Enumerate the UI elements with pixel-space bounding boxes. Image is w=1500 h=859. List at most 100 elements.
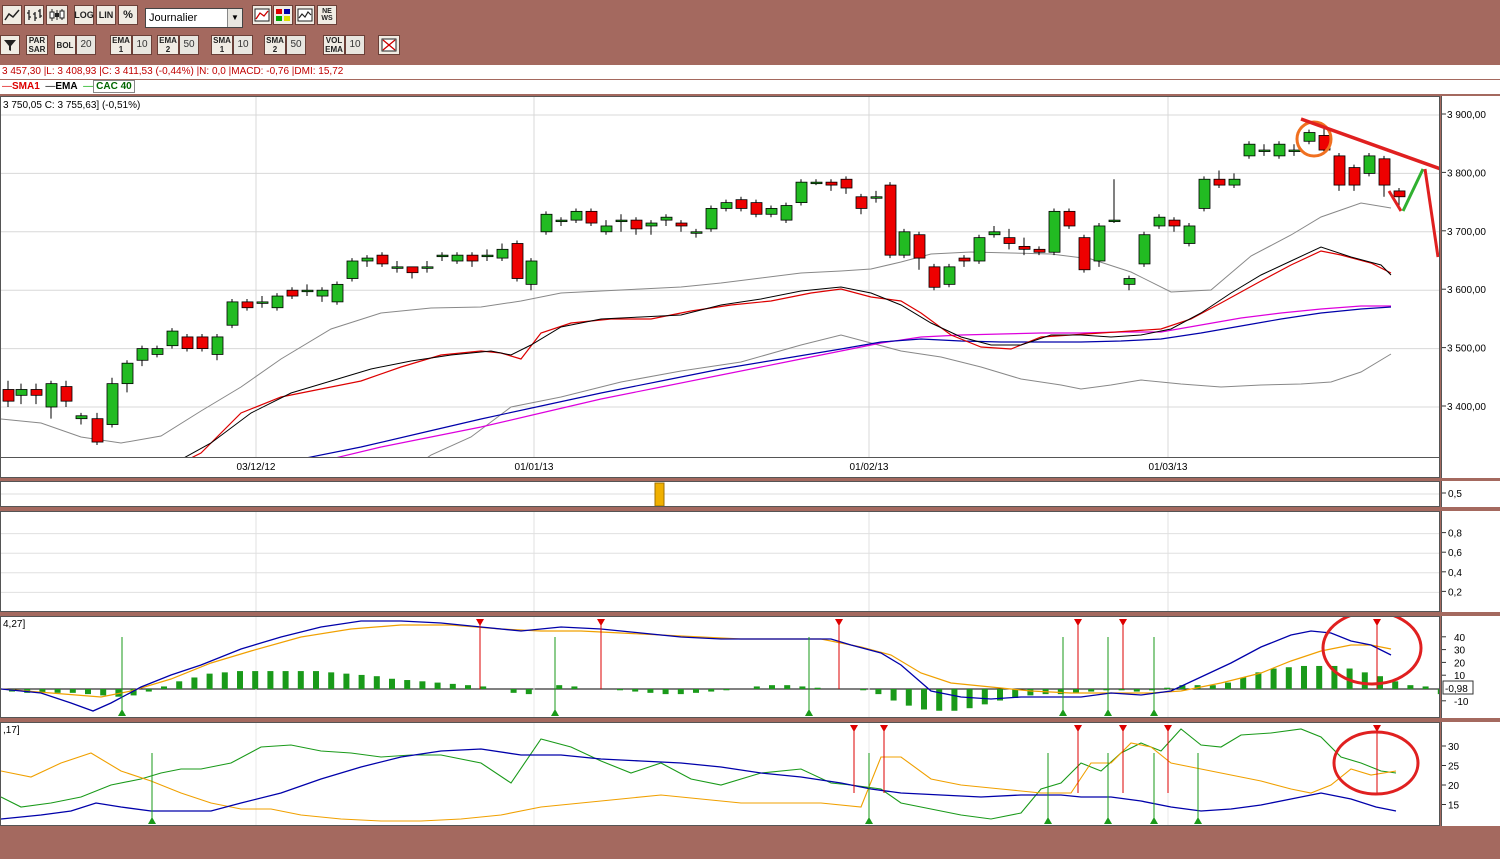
macd-histogram-bar bbox=[662, 689, 669, 695]
oscillator-axis-label: 0,8 bbox=[1448, 529, 1462, 540]
ema2-button[interactable]: EMA 2 bbox=[157, 35, 179, 55]
candle-bullish bbox=[211, 336, 224, 355]
candle-bullish bbox=[1303, 132, 1316, 142]
macd-histogram-bar bbox=[221, 672, 228, 689]
candle-bullish bbox=[645, 222, 658, 227]
macd-histogram-bar bbox=[267, 671, 274, 689]
compare-icon[interactable] bbox=[252, 5, 272, 25]
price-axis-label: 3 500,00 bbox=[1447, 344, 1486, 355]
sell-signal-marker bbox=[1373, 619, 1381, 626]
price-panel[interactable]: 3 750,05 C: 3 755,63] (-0,51%) bbox=[0, 96, 1440, 458]
macd-axis: 40 30 20 10 -10 -0,98 bbox=[1441, 616, 1500, 718]
date-axis-label: 01/02/13 bbox=[850, 462, 889, 473]
candle-bearish bbox=[825, 181, 838, 186]
candle-bearish bbox=[1213, 178, 1226, 186]
bollinger-lower bbox=[427, 334, 1392, 457]
buy-signal-marker bbox=[1104, 709, 1112, 716]
macd-histogram-bar bbox=[693, 689, 699, 693]
candle-bearish bbox=[1333, 155, 1346, 186]
macd-histogram-bar bbox=[313, 671, 319, 689]
date-axis: 03/12/12 01/01/13 01/02/13 01/03/13 bbox=[0, 458, 1440, 478]
sell-signal-marker bbox=[880, 725, 888, 732]
macd-histogram-bar bbox=[723, 689, 730, 691]
candle-bullish bbox=[1273, 143, 1286, 157]
macd-histogram-bar bbox=[647, 689, 654, 693]
ema1-value[interactable]: 10 bbox=[132, 35, 152, 55]
ohlc-chart-icon[interactable] bbox=[24, 5, 44, 25]
candle-bullish bbox=[421, 266, 434, 269]
percent-scale-button[interactable]: % bbox=[118, 5, 138, 25]
sma1-button[interactable]: SMA 1 bbox=[211, 35, 233, 55]
macd-histogram-bar bbox=[69, 689, 76, 693]
macd-histogram-bar bbox=[1316, 665, 1323, 689]
macd-panel[interactable]: 4,27] bbox=[0, 610, 1444, 718]
ema2-value[interactable]: 50 bbox=[179, 35, 199, 55]
cross-chart-icon[interactable] bbox=[378, 35, 400, 55]
dmi-panel[interactable]: ,17] bbox=[0, 722, 1440, 826]
sell-signal-marker bbox=[476, 619, 484, 626]
filter-icon[interactable] bbox=[0, 35, 20, 55]
bol-value[interactable]: 20 bbox=[76, 35, 96, 55]
candle-bullish bbox=[810, 181, 823, 185]
line-chart-icon[interactable] bbox=[2, 5, 22, 25]
indicator-icon[interactable] bbox=[295, 5, 315, 25]
candle-bullish bbox=[496, 248, 509, 259]
candle-bullish bbox=[1138, 234, 1151, 265]
candle-bullish bbox=[973, 237, 986, 262]
period-select[interactable]: Journalier ▼ bbox=[145, 8, 243, 28]
vol-ema-value[interactable]: 10 bbox=[345, 35, 365, 55]
macd-histogram-bar bbox=[525, 689, 532, 695]
sma1-value[interactable]: 10 bbox=[233, 35, 253, 55]
oscillator-panel-empty[interactable] bbox=[0, 511, 1440, 612]
candle-bullish bbox=[1108, 219, 1121, 223]
macd-histogram-bar bbox=[1422, 686, 1429, 689]
candle-bullish bbox=[525, 260, 538, 285]
macd-histogram-bar bbox=[373, 676, 380, 689]
candle-bearish bbox=[30, 389, 43, 396]
ema10-line bbox=[184, 246, 1392, 457]
candle-bearish bbox=[928, 266, 941, 288]
macd-histogram-bar bbox=[1240, 677, 1247, 689]
candle-bearish bbox=[1003, 237, 1016, 244]
candle-bearish bbox=[750, 202, 763, 215]
candle-bullish bbox=[1048, 210, 1061, 253]
price-axis-label: 3 400,00 bbox=[1447, 402, 1486, 413]
oscillator-axis-label: 0,4 bbox=[1448, 568, 1462, 579]
par-sar-button[interactable]: PAR SAR bbox=[26, 35, 48, 55]
macd-histogram-bar bbox=[252, 671, 259, 689]
macd-histogram-bar bbox=[434, 682, 441, 689]
macd-histogram-bar bbox=[677, 689, 684, 695]
signal-panel[interactable] bbox=[0, 481, 1440, 507]
price-chart bbox=[1, 97, 1439, 457]
palette-icon[interactable] bbox=[273, 5, 293, 25]
candle-bearish bbox=[1063, 210, 1076, 227]
sma2-value[interactable]: 50 bbox=[286, 35, 306, 55]
macd-histogram-bar bbox=[1361, 672, 1368, 689]
candle-bullish bbox=[301, 289, 314, 293]
candle-bearish bbox=[630, 219, 643, 230]
candle-bearish bbox=[1033, 248, 1046, 253]
annotation-red-circle bbox=[1321, 610, 1423, 686]
candle-bearish bbox=[60, 386, 73, 402]
candle-bullish bbox=[316, 289, 329, 297]
candle-bullish bbox=[331, 283, 344, 303]
dmi-axis-label: 15 bbox=[1448, 801, 1460, 812]
candle-bearish bbox=[840, 178, 853, 189]
candle-bullish bbox=[705, 208, 718, 230]
candlestick-chart-icon[interactable] bbox=[46, 5, 68, 25]
sell-signal-marker bbox=[835, 619, 843, 626]
sma2-button[interactable]: SMA 2 bbox=[264, 35, 286, 55]
date-axis-corner bbox=[1441, 458, 1500, 478]
bol-button[interactable]: BOL bbox=[54, 35, 76, 55]
macd-histogram-bar bbox=[617, 689, 623, 691]
candle-bullish bbox=[1123, 278, 1136, 285]
news-icon[interactable]: NE WS bbox=[317, 5, 337, 25]
log-scale-button[interactable]: LOG bbox=[74, 5, 94, 25]
macd-histogram-bar bbox=[358, 674, 365, 689]
lin-scale-button[interactable]: LIN bbox=[96, 5, 116, 25]
adx-line bbox=[0, 748, 1397, 820]
candle-bullish bbox=[271, 295, 284, 309]
vol-ema-button[interactable]: VOL EMA bbox=[323, 35, 345, 55]
ema1-button[interactable]: EMA 1 bbox=[110, 35, 132, 55]
candle-bullish bbox=[136, 348, 149, 361]
